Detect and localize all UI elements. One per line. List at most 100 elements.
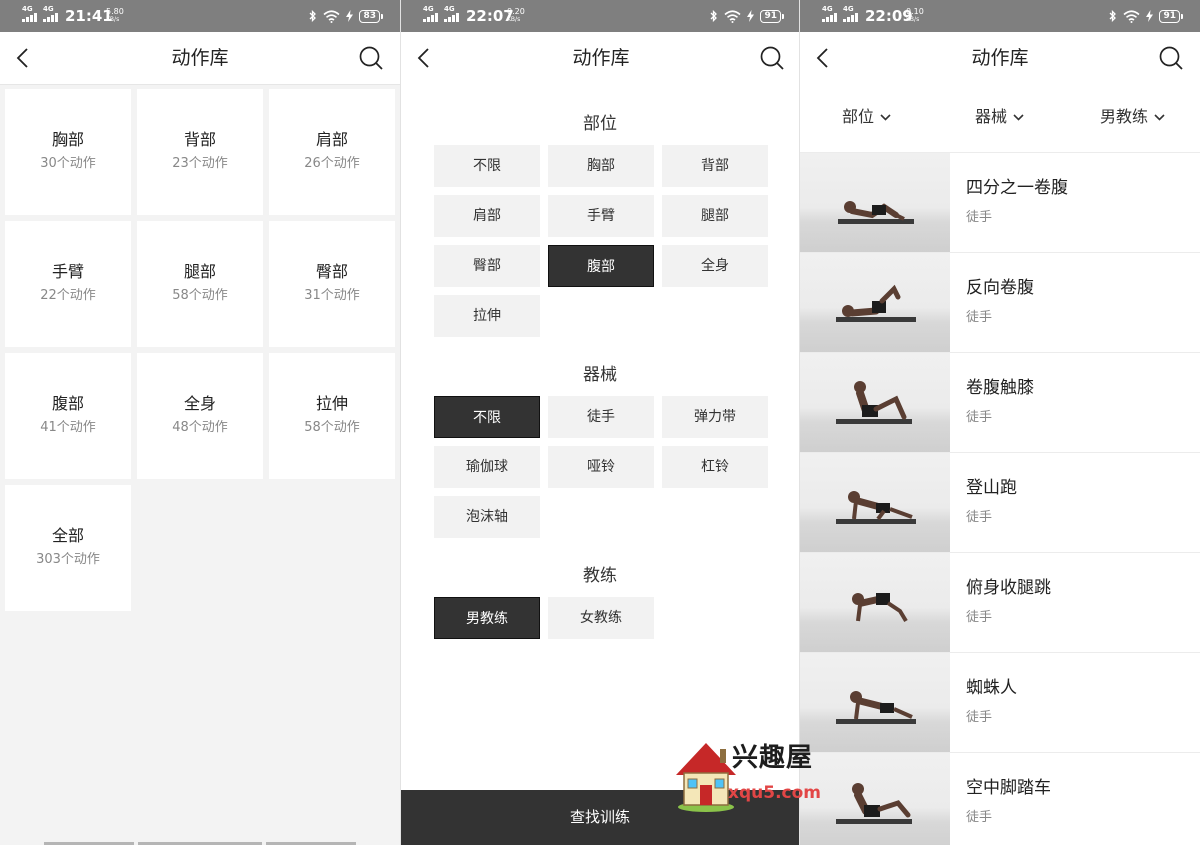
- category-card[interactable]: 全部 303个动作: [5, 485, 131, 611]
- watermark-brand: 兴趣屋: [732, 743, 814, 773]
- battery-indicator: 91: [1159, 9, 1183, 23]
- category-card[interactable]: 臀部 31个动作: [269, 221, 395, 347]
- exercise-row[interactable]: 四分之一卷腹 徒手: [800, 153, 1200, 253]
- watermark-url: xqu5.com: [728, 783, 821, 803]
- net-speed: 0.20 KB/s: [507, 7, 525, 24]
- category-card[interactable]: 腹部 41个动作: [5, 353, 131, 479]
- option-body-part[interactable]: 腿部: [662, 195, 768, 237]
- filter-coach-dropdown[interactable]: 男教练: [1100, 106, 1165, 128]
- option-body-part[interactable]: 臀部: [434, 245, 540, 287]
- exercise-row[interactable]: 俯身收腿跳 徒手: [800, 553, 1200, 653]
- section-title-body-part: 部位: [583, 114, 617, 134]
- filter-label: 器械: [975, 107, 1008, 126]
- exercise-name: 四分之一卷腹: [966, 178, 1068, 198]
- exercise-name: 卷腹触膝: [966, 378, 1034, 398]
- option-coach-selected[interactable]: 男教练: [434, 597, 540, 639]
- option-body-part-selected[interactable]: 腹部: [548, 245, 654, 287]
- section-title-equipment: 器械: [583, 365, 617, 385]
- wifi-icon: [1123, 9, 1140, 23]
- exercise-thumbnail: [800, 553, 950, 652]
- category-count: 22个动作: [40, 288, 96, 303]
- category-card[interactable]: 胸部 30个动作: [5, 89, 131, 215]
- option-body-part[interactable]: 手臂: [548, 195, 654, 237]
- status-bar: 4G 4G 22:09 0.10 KB/s 91: [800, 0, 1200, 32]
- option-equipment[interactable]: 弹力带: [662, 396, 768, 438]
- exercise-row[interactable]: 登山跑 徒手: [800, 453, 1200, 553]
- network-label: 4G: [22, 5, 33, 13]
- category-card[interactable]: 手臂 22个动作: [5, 221, 131, 347]
- network-label: 4G: [43, 5, 54, 13]
- search-icon[interactable]: [759, 45, 785, 71]
- bluetooth-icon: [1110, 9, 1117, 22]
- exercise-row[interactable]: 空中脚踏车 徒手: [800, 753, 1200, 845]
- option-equipment[interactable]: 哑铃: [548, 446, 654, 488]
- filter-equipment-dropdown[interactable]: 器械: [975, 106, 1024, 128]
- signal-icon: 4G: [22, 6, 40, 22]
- exercise-equipment: 徒手: [966, 210, 993, 225]
- filter-body-part-dropdown[interactable]: 部位: [842, 106, 891, 128]
- category-name: 全部: [51, 526, 84, 545]
- category-count: 303个动作: [36, 552, 100, 567]
- exercise-thumbnail: [800, 253, 950, 352]
- option-body-part[interactable]: 全身: [662, 245, 768, 287]
- chevron-down-icon: [1154, 113, 1165, 121]
- option-body-part[interactable]: 拉伸: [434, 295, 540, 337]
- exercise-list-panel: 4G 4G 22:09 0.10 KB/s 91 动作库 部位 器械 男教练 四…: [800, 0, 1200, 845]
- page-title: 动作库: [971, 47, 1029, 69]
- status-bar: 4G 4G 22:07 0.20 KB/s 91: [401, 0, 799, 32]
- exercise-thumbnail: [800, 453, 950, 552]
- bluetooth-icon: [310, 9, 317, 22]
- exercise-equipment: 徒手: [966, 310, 993, 325]
- back-arrow-icon[interactable]: [413, 46, 437, 70]
- category-card[interactable]: 全身 48个动作: [137, 353, 263, 479]
- option-body-part[interactable]: 胸部: [548, 145, 654, 187]
- filter-panel: 4G 4G 22:07 0.20 KB/s 91 动作库 部位 不限 胸部 背部 …: [400, 0, 800, 845]
- filter-label: 男教练: [1100, 107, 1149, 126]
- signal-icon: 4G: [843, 6, 861, 22]
- category-card[interactable]: 背部 23个动作: [137, 89, 263, 215]
- page-title: 动作库: [572, 47, 630, 69]
- battery-indicator: 83: [359, 9, 383, 23]
- category-name: 腿部: [183, 262, 216, 281]
- exercise-equipment: 徒手: [966, 810, 993, 825]
- charging-icon: [1146, 10, 1154, 22]
- exercise-row[interactable]: 蜘蛛人 徒手: [800, 653, 1200, 753]
- exercise-equipment: 徒手: [966, 510, 993, 525]
- charging-icon: [346, 10, 354, 22]
- back-arrow-icon[interactable]: [812, 46, 836, 70]
- bluetooth-icon: [711, 9, 718, 22]
- category-name: 腹部: [51, 394, 84, 413]
- option-equipment[interactable]: 徒手: [548, 396, 654, 438]
- exercise-equipment: 徒手: [966, 710, 993, 725]
- option-equipment[interactable]: 瑜伽球: [434, 446, 540, 488]
- category-count: 26个动作: [304, 156, 360, 171]
- exercise-name: 空中脚踏车: [966, 778, 1051, 798]
- option-body-part[interactable]: 背部: [662, 145, 768, 187]
- option-body-part[interactable]: 不限: [434, 145, 540, 187]
- exercise-thumbnail: [800, 353, 950, 452]
- option-body-part[interactable]: 肩部: [434, 195, 540, 237]
- house-logo-icon: [676, 743, 736, 812]
- section-title-coach: 教练: [583, 566, 617, 586]
- signal-icon: 4G: [444, 6, 462, 22]
- option-equipment-selected[interactable]: 不限: [434, 396, 540, 438]
- network-label: 4G: [423, 5, 434, 13]
- network-label: 4G: [822, 5, 833, 13]
- exercise-row[interactable]: 反向卷腹 徒手: [800, 253, 1200, 353]
- back-arrow-icon[interactable]: [12, 46, 36, 70]
- net-speed: 0.10 KB/s: [906, 7, 924, 24]
- category-card[interactable]: 腿部 58个动作: [137, 221, 263, 347]
- option-equipment[interactable]: 泡沫轴: [434, 496, 540, 538]
- category-card[interactable]: 肩部 26个动作: [269, 89, 395, 215]
- exercise-name: 蜘蛛人: [966, 678, 1017, 698]
- category-card[interactable]: 拉伸 58个动作: [269, 353, 395, 479]
- signal-icon: 4G: [822, 6, 840, 22]
- option-equipment[interactable]: 杠铃: [662, 446, 768, 488]
- chevron-down-icon: [1013, 113, 1024, 121]
- search-icon[interactable]: [1158, 45, 1184, 71]
- option-coach[interactable]: 女教练: [548, 597, 654, 639]
- category-count: 30个动作: [40, 156, 96, 171]
- search-icon[interactable]: [358, 45, 384, 71]
- category-count: 31个动作: [304, 288, 360, 303]
- exercise-row[interactable]: 卷腹触膝 徒手: [800, 353, 1200, 453]
